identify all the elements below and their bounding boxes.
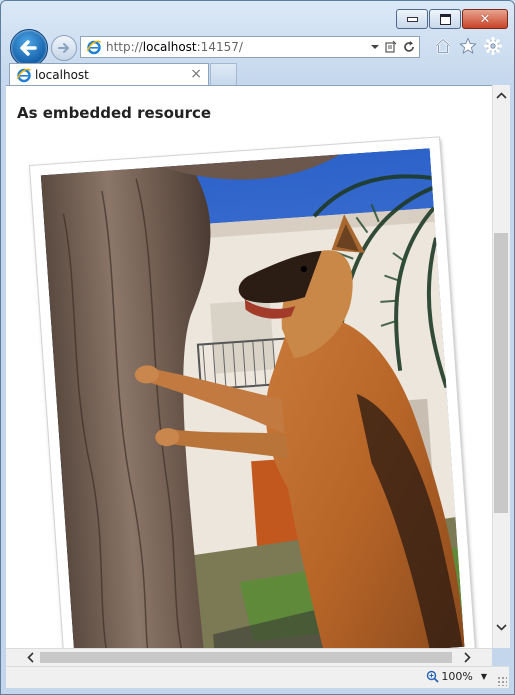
tab-close-icon[interactable]: ×	[190, 66, 202, 82]
dog-photo-illustration	[40, 148, 465, 649]
close-icon: ✕	[479, 11, 491, 27]
forward-button[interactable]	[51, 35, 77, 61]
close-window-button[interactable]: ✕	[462, 9, 508, 29]
gear-icon	[483, 36, 502, 55]
url-scheme: http://	[106, 40, 143, 54]
tools-button[interactable]	[483, 36, 502, 55]
star-icon	[458, 36, 477, 54]
home-icon	[434, 37, 451, 53]
minimize-icon	[406, 16, 418, 22]
scroll-down-icon[interactable]	[493, 619, 510, 636]
browser-tools	[433, 36, 502, 55]
forward-arrow-icon	[58, 43, 69, 53]
page-content: As embedded resource	[6, 85, 492, 649]
tab-title: localhost	[35, 68, 89, 82]
compatibility-view-icon[interactable]	[384, 40, 398, 54]
scroll-up-icon[interactable]	[493, 87, 510, 104]
scroll-right-icon[interactable]	[459, 649, 476, 666]
back-button[interactable]	[10, 29, 48, 67]
url-port: :14157/	[196, 40, 243, 54]
browser-window: ✕ http://localhost:14157/ localhost × As…	[0, 0, 515, 695]
embedded-image-frame	[30, 137, 476, 649]
zoom-control[interactable]: 100% ▼	[426, 670, 487, 683]
refresh-icon[interactable]	[402, 40, 416, 54]
favorites-button[interactable]	[458, 36, 477, 55]
embedded-dog-photo	[40, 148, 465, 649]
new-tab-button[interactable]	[210, 63, 237, 85]
resize-grip[interactable]	[497, 676, 507, 686]
vertical-scrollbar[interactable]	[492, 85, 510, 648]
url-host: localhost	[142, 40, 197, 54]
horizontal-scrollbar[interactable]	[6, 648, 492, 666]
home-button[interactable]	[433, 36, 452, 55]
minimize-button[interactable]	[396, 9, 428, 29]
address-bar[interactable]: http://localhost:14157/	[80, 36, 420, 58]
horizontal-scroll-thumb[interactable]	[40, 652, 452, 663]
maximize-button[interactable]	[429, 9, 461, 29]
back-arrow-icon	[20, 40, 37, 56]
tab-localhost[interactable]: localhost ×	[9, 63, 209, 85]
maximize-icon	[439, 13, 451, 25]
page-heading: As embedded resource	[17, 104, 212, 122]
window-caption-buttons: ✕	[396, 9, 508, 29]
zoom-level: 100%	[441, 670, 473, 683]
scroll-left-icon[interactable]	[22, 649, 39, 666]
status-bar: 100% ▼	[6, 666, 509, 688]
vertical-scroll-thumb[interactable]	[494, 233, 508, 513]
ie-page-icon	[86, 40, 102, 55]
ie-tab-icon	[16, 68, 32, 83]
zoom-dropdown-icon[interactable]: ▼	[481, 672, 487, 681]
url-text[interactable]: http://localhost:14157/	[106, 40, 243, 54]
chevron-down-icon[interactable]	[370, 40, 380, 54]
address-actions	[370, 40, 416, 54]
zoom-icon	[427, 670, 440, 683]
